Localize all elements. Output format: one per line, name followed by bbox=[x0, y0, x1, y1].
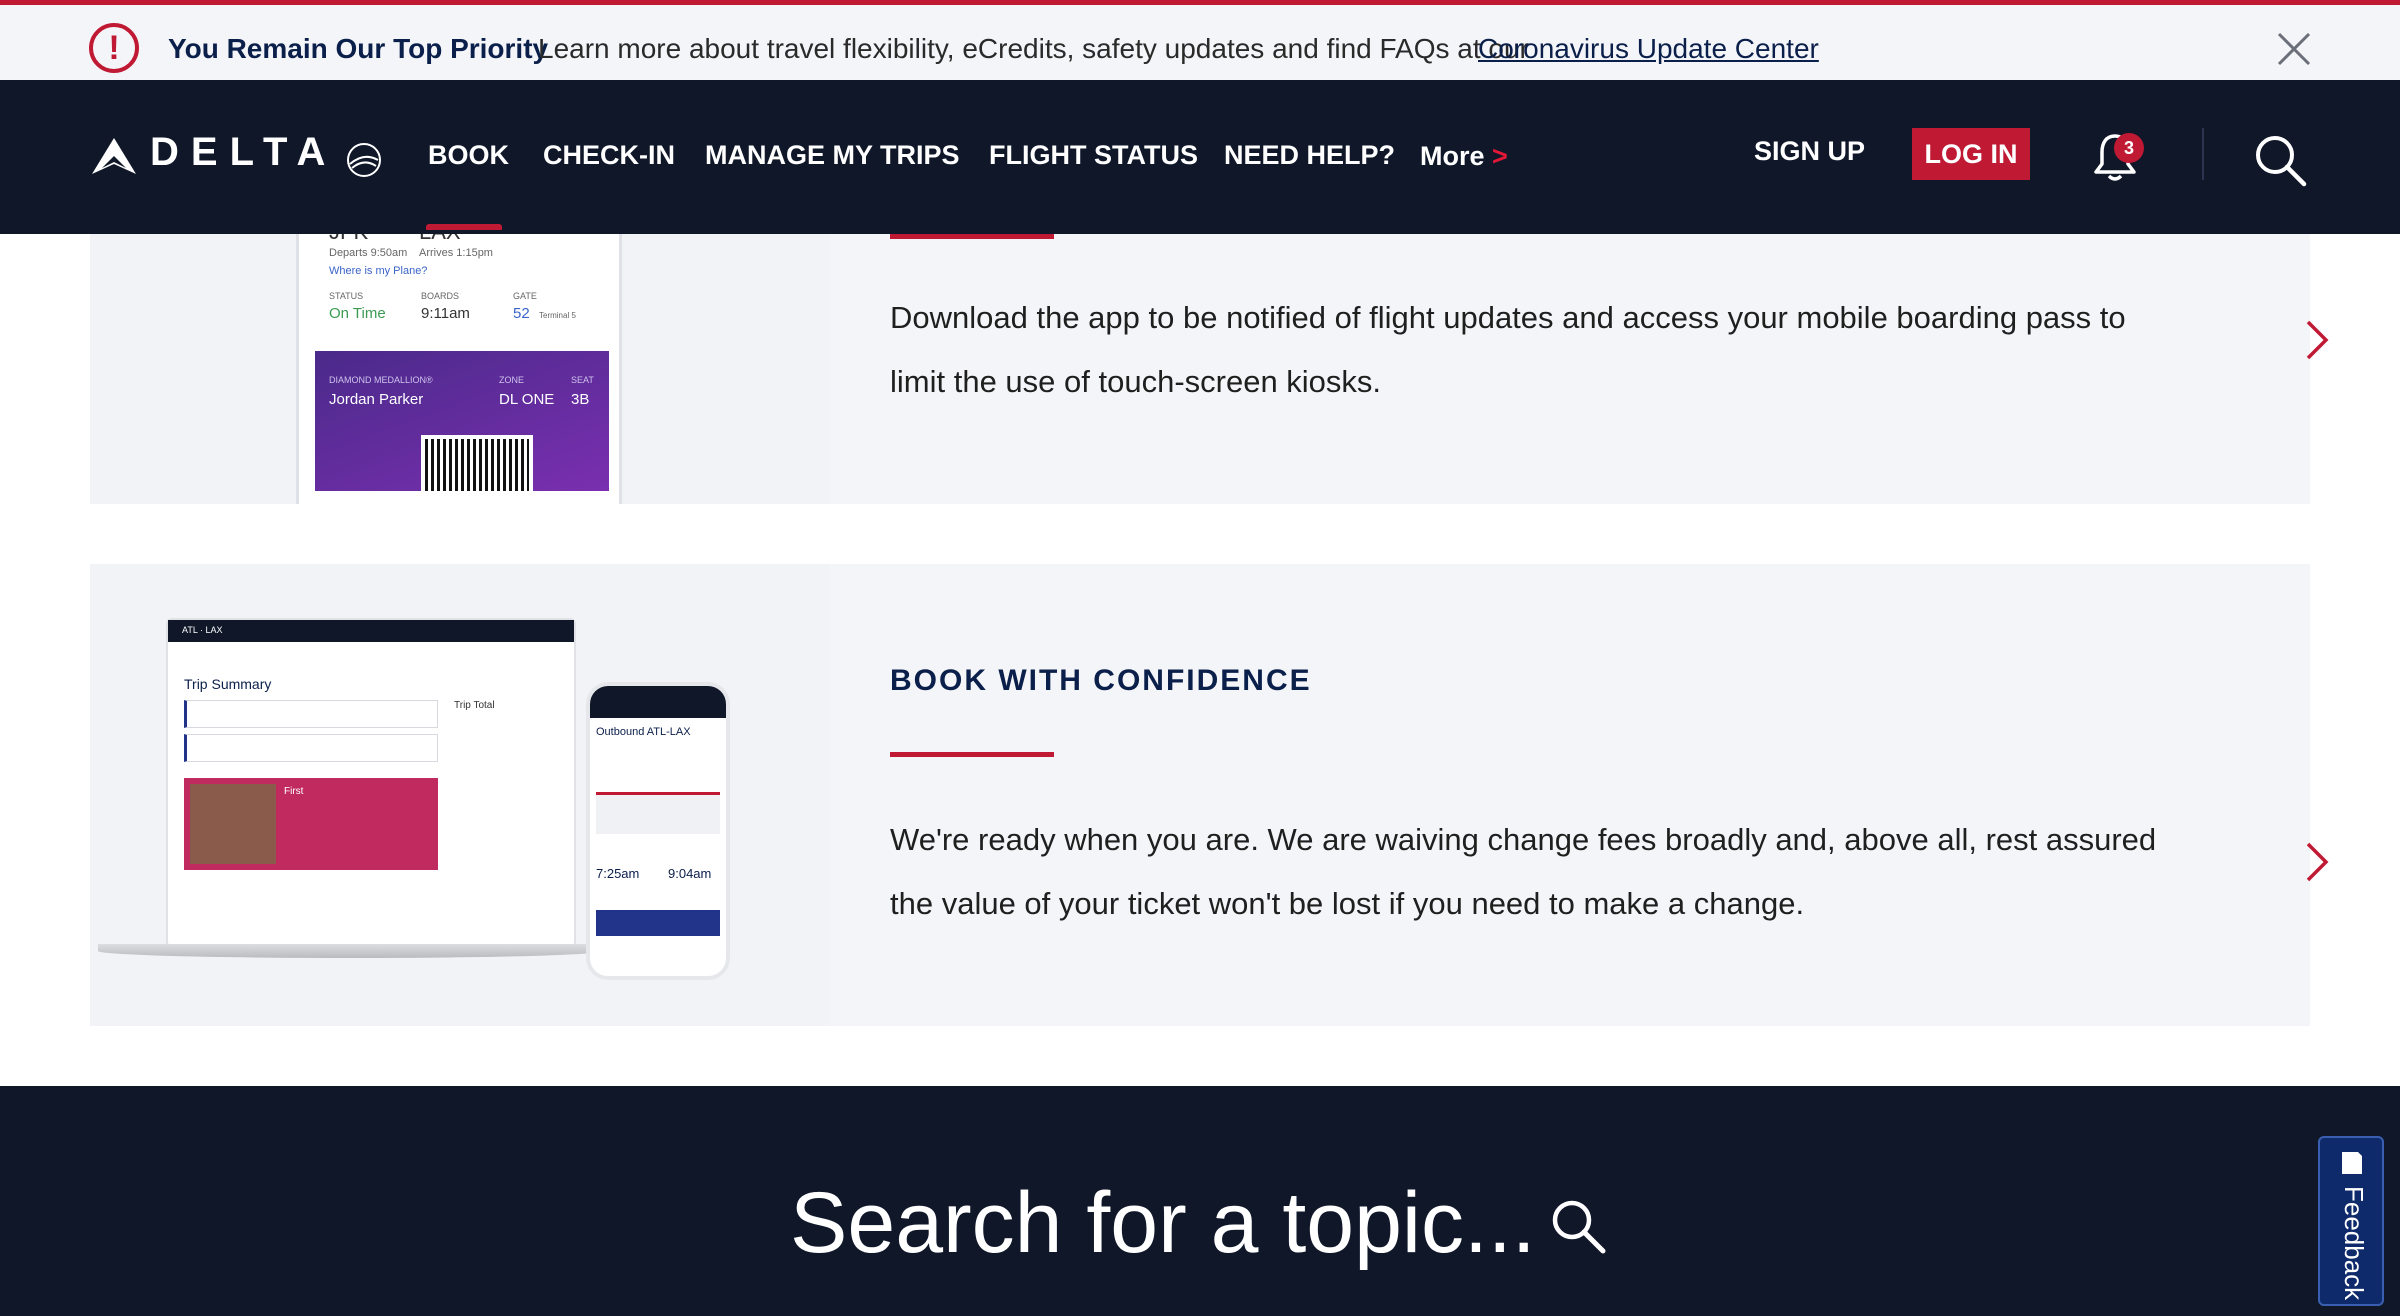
nav-book[interactable]: BOOK bbox=[428, 140, 509, 171]
status-label: STATUS bbox=[329, 291, 364, 301]
chevron-right-icon: > bbox=[1492, 141, 1508, 171]
destination-code: LAX bbox=[419, 234, 461, 245]
first-class-promo: First bbox=[184, 778, 438, 870]
where-is-my-plane-link: Where is my Plane? bbox=[329, 265, 428, 277]
seat-label: SEAT bbox=[571, 375, 594, 385]
card-description: We're ready when you are. We are waiving… bbox=[890, 822, 2157, 921]
mobile-app-card[interactable]: JFK LAX Departs 9:50am Arrives 1:15pm Wh… bbox=[90, 234, 2329, 504]
alert-banner: ! You Remain Our Top Priority Learn more… bbox=[0, 0, 2400, 80]
active-nav-indicator bbox=[426, 224, 502, 230]
origin-code: JFK bbox=[329, 234, 368, 245]
departs-time: Departs 9:50am bbox=[329, 247, 408, 259]
chevron-right-icon[interactable] bbox=[2304, 840, 2332, 884]
chevron-right-icon[interactable] bbox=[2304, 318, 2332, 362]
delta-widget-icon bbox=[92, 138, 136, 174]
nav-divider bbox=[2202, 128, 2204, 180]
boarding-pass-details: JFK LAX Departs 9:50am Arrives 1:15pm Wh… bbox=[315, 234, 609, 367]
trip-total-label: Trip Total bbox=[454, 700, 495, 711]
feedback-label: Feedback bbox=[2339, 1186, 2369, 1301]
return-row bbox=[184, 734, 438, 762]
mobile-boarding-pass-image: JFK LAX Departs 9:50am Arrives 1:15pm Wh… bbox=[90, 234, 830, 504]
log-in-button[interactable]: LOG IN bbox=[1912, 128, 2030, 180]
gate-value: 52 bbox=[513, 305, 530, 322]
nav-need-help[interactable]: NEED HELP? bbox=[1224, 140, 1395, 171]
card-body: BOOK WITH CONFIDENCE We're ready when yo… bbox=[830, 564, 2329, 1026]
alert-title: You Remain Our Top Priority bbox=[168, 33, 549, 64]
nav-flight-status[interactable]: FLIGHT STATUS bbox=[989, 140, 1198, 171]
nav-manage-my-trips[interactable]: MANAGE MY TRIPS bbox=[705, 140, 960, 171]
card-title: BOOK WITH CONFIDENCE bbox=[890, 664, 1312, 697]
main-navigation: DELTA BOOK CHECK-IN MANAGE MY TRIPS FLIG… bbox=[0, 80, 2400, 234]
booking-devices-image: ATL · LAX Trip Summary Trip Total First … bbox=[90, 564, 830, 1026]
boarding-pass-barcode-section: DIAMOND MEDALLION® Jordan Parker ZONE DL… bbox=[315, 351, 609, 495]
gate-label: GATE bbox=[513, 291, 537, 301]
search-icon[interactable] bbox=[1548, 1196, 1608, 1256]
laptop-mockup: ATL · LAX Trip Summary Trip Total First bbox=[166, 618, 576, 948]
feedback-tab[interactable]: Feedback bbox=[2318, 1136, 2384, 1306]
topic-search-input[interactable]: Search for a topic... bbox=[790, 1174, 1536, 1273]
qr-code bbox=[421, 435, 533, 495]
skyteam-icon bbox=[347, 143, 381, 177]
laptop-route: ATL · LAX bbox=[182, 625, 223, 635]
alert-exclamation-icon: ! bbox=[89, 23, 139, 73]
nav-more[interactable]: More > bbox=[1420, 141, 1508, 172]
notification-count-badge: 3 bbox=[2114, 133, 2144, 163]
fare-options bbox=[596, 792, 720, 834]
feedback-document-icon bbox=[2342, 1152, 2362, 1174]
promo-photo bbox=[190, 784, 276, 864]
terminal-text: Terminal 5 bbox=[539, 311, 576, 320]
topic-search-section: Search for a topic... bbox=[0, 1086, 2400, 1316]
arrives-time: Arrives 1:15pm bbox=[419, 247, 493, 259]
passenger-name: Jordan Parker bbox=[329, 391, 424, 408]
phone-fare-bar bbox=[596, 910, 720, 936]
laptop-header-bar: ATL · LAX bbox=[168, 620, 574, 642]
phone-booking-mockup: Outbound ATL-LAX 7:25am 9:04am bbox=[586, 682, 730, 980]
card-description: Download the app to be notified of fligh… bbox=[890, 300, 2126, 399]
trip-summary-heading: Trip Summary bbox=[184, 676, 272, 692]
title-underline bbox=[890, 234, 1054, 239]
book-with-confidence-card[interactable]: ATL · LAX Trip Summary Trip Total First … bbox=[90, 564, 2329, 1026]
promo-title: First bbox=[284, 786, 304, 797]
status-value: On Time bbox=[329, 305, 386, 322]
boards-value: 9:11am bbox=[421, 305, 470, 322]
phone-mockup: JFK LAX Departs 9:50am Arrives 1:15pm Wh… bbox=[296, 234, 622, 504]
seat-value: 3B bbox=[571, 391, 590, 408]
outbound-row bbox=[184, 700, 438, 728]
laptop-base bbox=[98, 944, 604, 958]
alert-text: Learn more about travel flexibility, eCr… bbox=[538, 33, 1529, 64]
close-icon[interactable] bbox=[2276, 31, 2312, 67]
boards-label: BOARDS bbox=[421, 291, 460, 301]
phone-header-bar bbox=[590, 686, 726, 718]
medallion-label: DIAMOND MEDALLION® bbox=[329, 375, 433, 385]
phone-depart-time: 7:25am bbox=[596, 866, 640, 881]
zone-value: DL ONE bbox=[499, 391, 555, 408]
logo-wordmark: DELTA bbox=[150, 130, 338, 174]
card-body: Download the app to be notified of fligh… bbox=[830, 234, 2329, 504]
coronavirus-update-link[interactable]: Coronavirus Update Center bbox=[1478, 33, 1819, 65]
phone-arrive-time: 9:04am bbox=[668, 866, 712, 881]
sign-up-link[interactable]: SIGN UP bbox=[1754, 136, 1865, 167]
title-underline bbox=[890, 752, 1054, 757]
nav-check-in[interactable]: CHECK-IN bbox=[543, 140, 675, 171]
search-icon[interactable] bbox=[2252, 132, 2308, 188]
zone-label: ZONE bbox=[499, 375, 525, 385]
phone-outbound-label: Outbound ATL-LAX bbox=[596, 726, 691, 738]
nav-more-label: More bbox=[1420, 141, 1485, 171]
